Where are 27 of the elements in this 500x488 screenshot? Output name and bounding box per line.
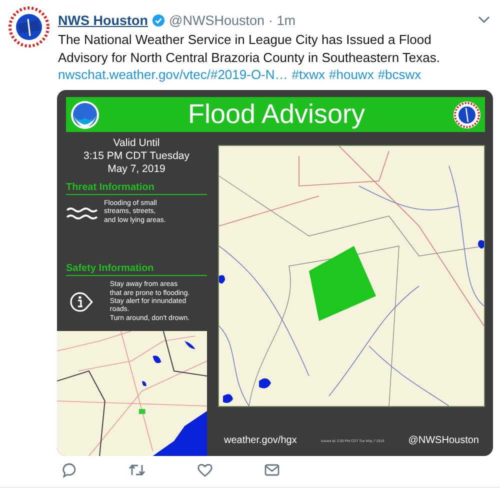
agency-logo: [70, 100, 100, 130]
valid-text: Valid Until: [113, 137, 160, 150]
hashtag-link[interactable]: #houwx: [329, 66, 374, 84]
tweet-time[interactable]: · 1m: [268, 12, 296, 28]
account-text: @NWSHouston: [408, 435, 479, 446]
waves-icon: [66, 206, 98, 220]
avatar-logo[interactable]: [8, 6, 50, 48]
hashtag-link[interactable]: #txwx: [292, 66, 326, 84]
reply-icon[interactable]: [61, 462, 77, 478]
hashtag-link[interactable]: #bcswx: [378, 66, 422, 84]
envelope-icon[interactable]: [264, 462, 280, 478]
author-name[interactable]: NWS Houston: [58, 12, 148, 28]
valid-text: 3:15 PM CDT Tuesday: [83, 150, 190, 163]
heart-icon[interactable]: [197, 462, 213, 478]
valid-text: May 7, 2019: [108, 163, 166, 176]
author-handle: @NWSHouston: [169, 12, 264, 28]
tweet-text: The National Weather Service in League City has Issued a Flood Advisory for North Central Brazoria County in Southeastern Texas.: [58, 31, 441, 66]
retweet-icon[interactable]: [128, 462, 146, 478]
agency-logo: [453, 100, 481, 128]
tweet-link[interactable]: nwschat.weather.gov/vtec/#2019-O-N…: [58, 66, 288, 84]
section-heading: Threat Information: [66, 182, 207, 195]
advisory-graphic[interactable]: [57, 90, 493, 456]
website-text: weather.gov/hgx: [224, 435, 297, 446]
chevron-icon[interactable]: [478, 16, 490, 24]
graphic-title: Flood Advisory: [186, 99, 366, 130]
info-icon: [70, 292, 94, 312]
section-heading: Safety Information: [66, 263, 207, 276]
